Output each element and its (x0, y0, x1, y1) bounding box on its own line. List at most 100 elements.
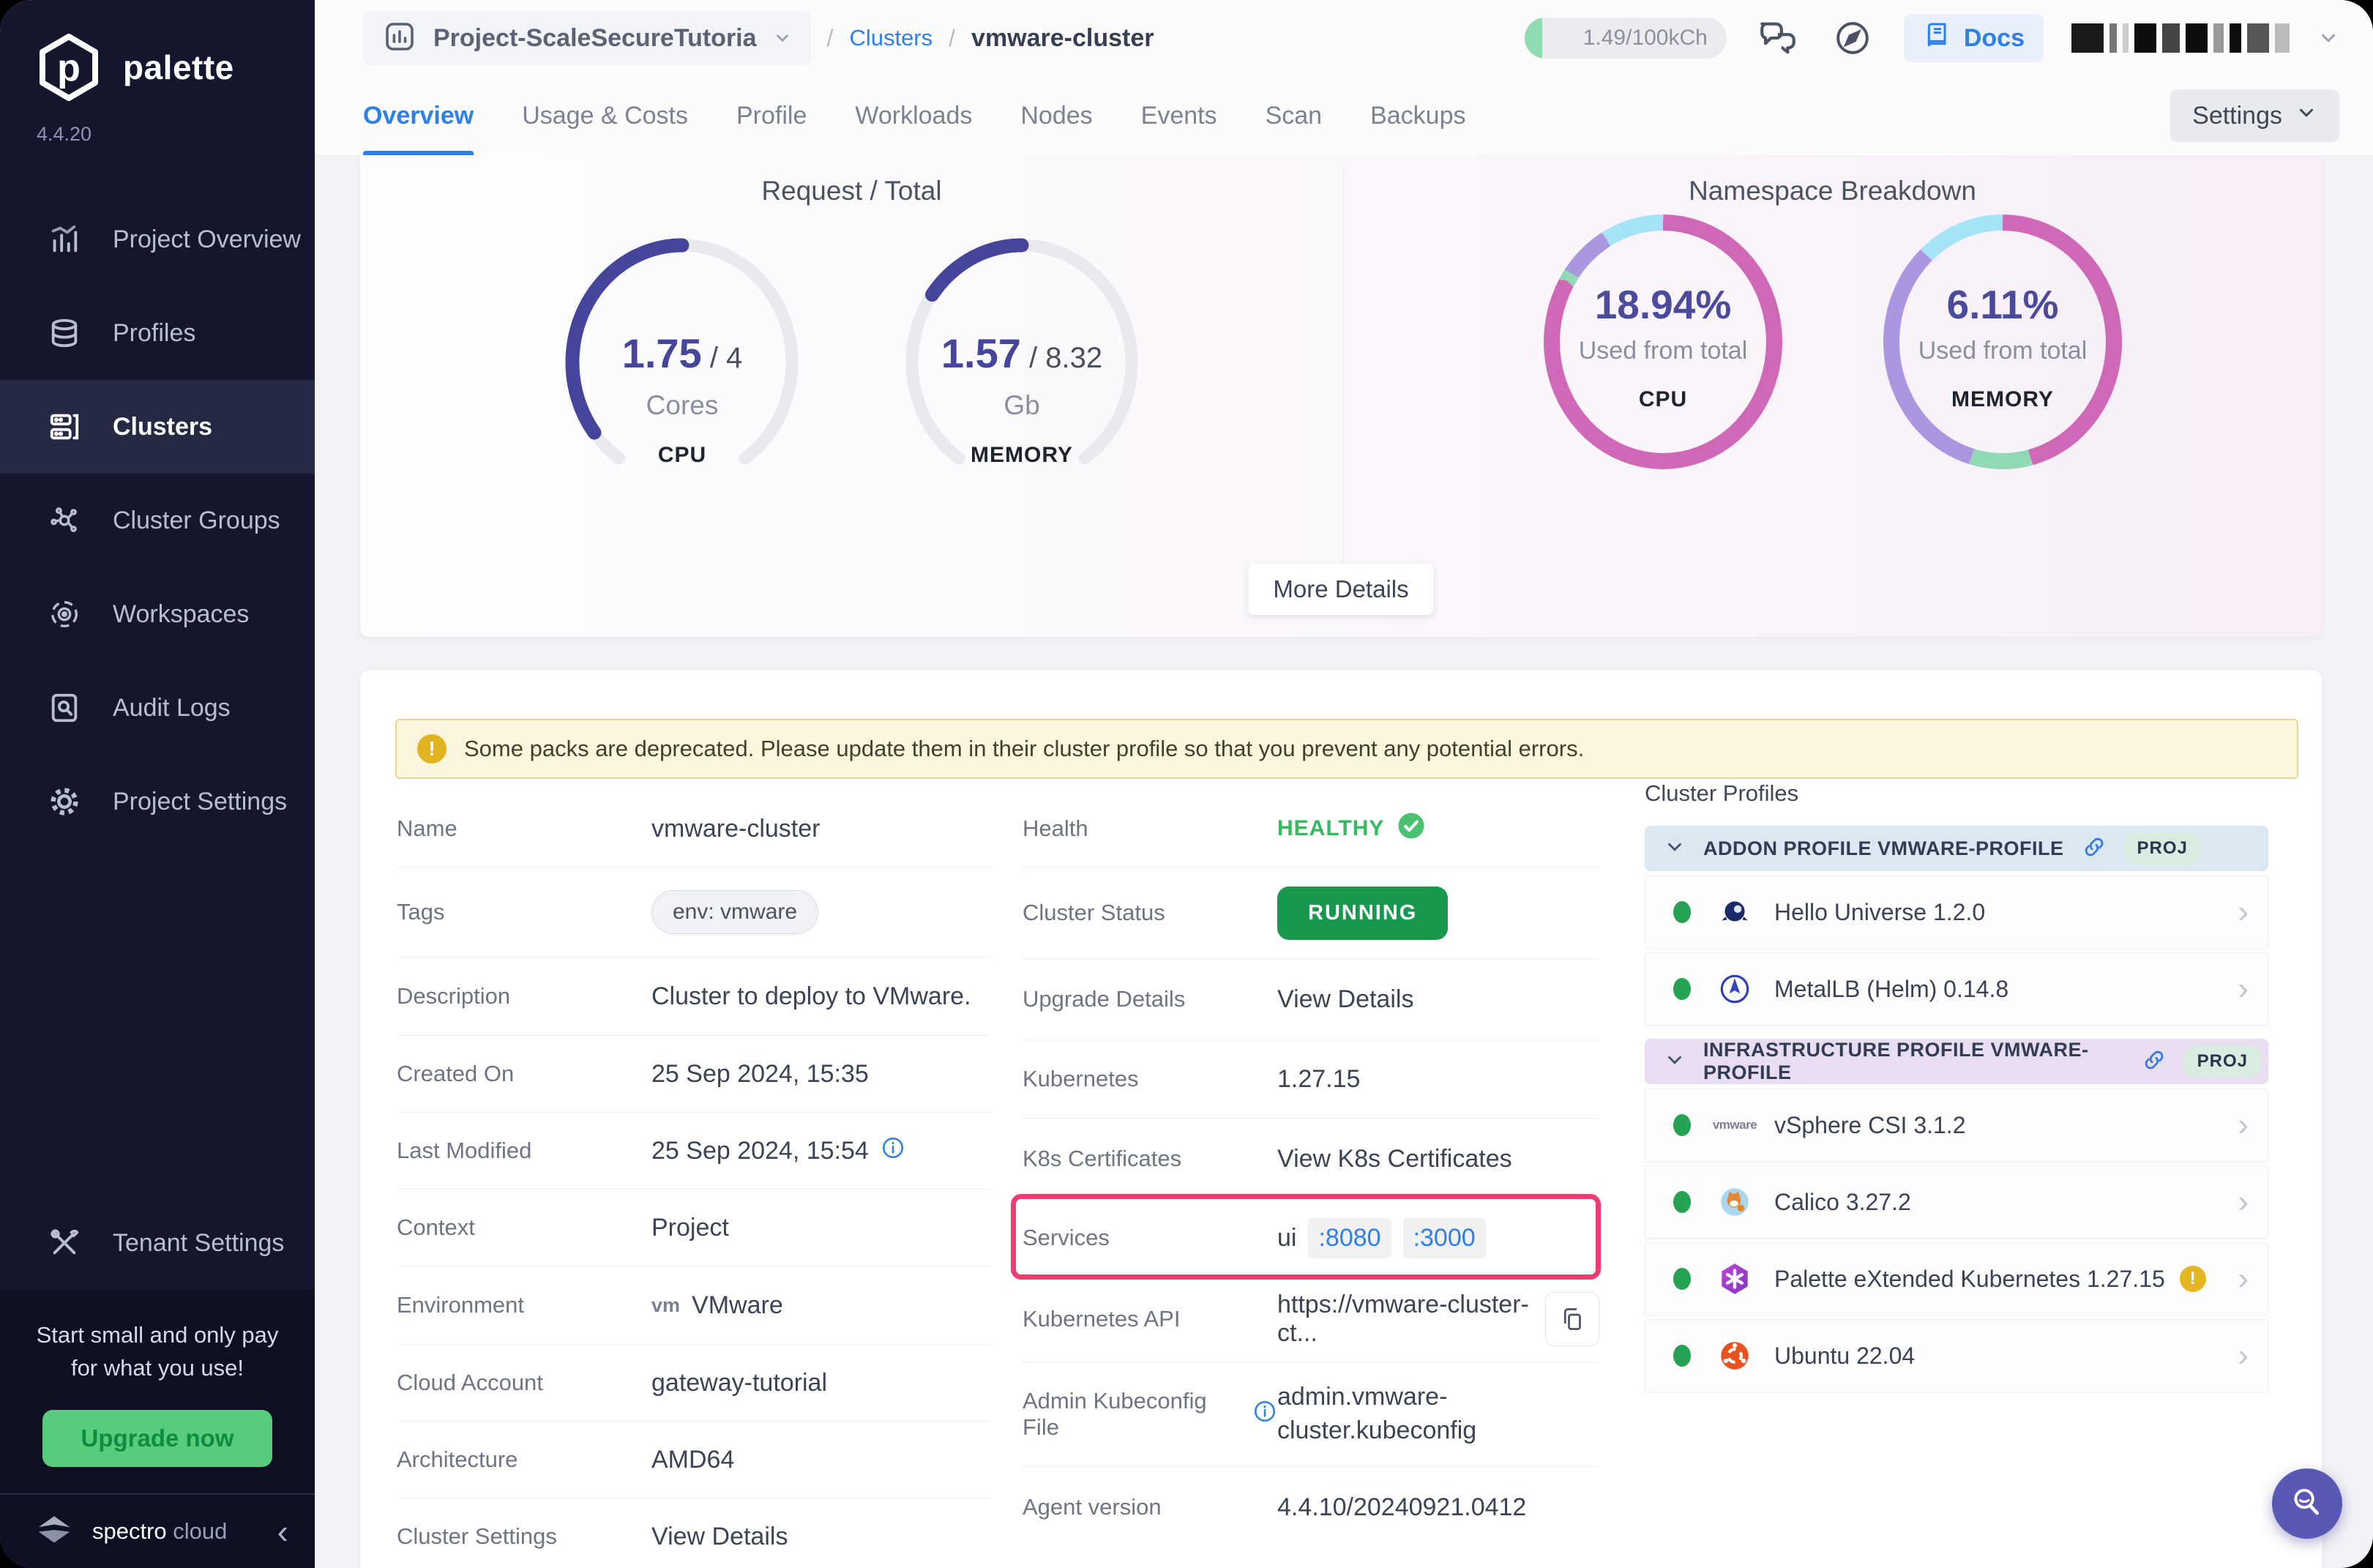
detail-row-upgrade: Upgrade DetailsView Details (1023, 959, 1599, 1040)
status-dot (1673, 1191, 1691, 1213)
request-total-title: Request / Total (360, 176, 1343, 206)
footer-brand: spectro cloud (92, 1518, 227, 1545)
sidebar-item-clusters[interactable]: Clusters (0, 380, 315, 474)
cpu-used-sub: Used from total (1539, 337, 1787, 365)
breadcrumb-clusters-link[interactable]: Clusters (849, 25, 933, 51)
project-name: Project-ScaleSecureTutoria (433, 24, 757, 53)
status-dot (1673, 901, 1691, 923)
user-name-redacted[interactable] (2071, 23, 2290, 53)
service-port-3000-link[interactable]: :3000 (1403, 1218, 1486, 1258)
profile-item-palette-k8s[interactable]: Palette eXtended Kubernetes 1.27.15 ! › (1645, 1242, 2268, 1315)
settings-button[interactable]: Settings (2170, 89, 2339, 142)
service-name: ui (1277, 1224, 1296, 1252)
cluster-profiles-panel: Cluster Profiles ADDON PROFILE VMWARE-PR… (1645, 780, 2268, 1396)
cpu-request-value: 1.75 (622, 330, 702, 376)
sidebar-item-profiles[interactable]: Profiles (0, 286, 315, 380)
docs-button[interactable]: Docs (1904, 14, 2044, 62)
profile-item-hello-universe[interactable]: Hello Universe 1.2.0 › (1645, 876, 2268, 949)
copy-button[interactable] (1545, 1292, 1599, 1346)
check-circle-icon (1396, 810, 1427, 848)
status-dot (1673, 1345, 1691, 1367)
tab-nodes[interactable]: Nodes (1020, 76, 1092, 155)
tabs: Overview Usage & Costs Profile Workloads… (363, 76, 1466, 155)
memory-donut-caption: MEMORY (1878, 387, 2127, 412)
upgrade-view-details-link[interactable]: View Details (1277, 985, 1413, 1014)
proj-badge: PROJ (2124, 832, 2201, 865)
project-selector[interactable]: Project-ScaleSecureTutoria (363, 11, 811, 65)
sidebar-item-audit-logs[interactable]: Audit Logs (0, 661, 315, 755)
status-dot (1673, 978, 1691, 1000)
kubeconfig-download-link[interactable]: admin.vmware-cluster.kubeconfig (1277, 1381, 1476, 1448)
tab-workloads[interactable]: Workloads (855, 76, 972, 155)
user-menu-chevron-icon[interactable] (2317, 27, 2339, 49)
tab-backups[interactable]: Backups (1370, 76, 1465, 155)
sidebar-item-label: Workspaces (113, 600, 249, 629)
profile-item-calico[interactable]: Calico 3.27.2 › (1645, 1165, 2268, 1239)
cpu-unit: Cores (558, 390, 807, 421)
chevron-right-icon: › (2238, 1184, 2249, 1220)
sidebar-item-project-overview[interactable]: Project Overview (0, 193, 315, 286)
brand-row: p palette (0, 0, 315, 102)
cpu-gauge: 1.75 / 4 Cores CPU (558, 227, 807, 505)
service-port-8080-link[interactable]: :8080 (1308, 1218, 1391, 1258)
detail-row-status: Cluster StatusRUNNING (1023, 867, 1599, 959)
sidebar-item-label: Clusters (113, 413, 212, 441)
sidebar-footer: spectro cloud ‹ (0, 1493, 315, 1568)
layers-icon (45, 314, 83, 352)
addon-profile-header[interactable]: ADDON PROFILE VMWARE-PROFILE PROJ (1645, 826, 2268, 871)
proj-badge: PROJ (2184, 1045, 2261, 1078)
detail-row-kubeconfig: Admin Kubeconfig File admin.vmware-clust… (1023, 1362, 1599, 1467)
info-icon[interactable] (1252, 1399, 1277, 1430)
chevron-down-icon (773, 29, 792, 48)
memory-unit: Gb (897, 390, 1146, 421)
search-fab-button[interactable] (2272, 1468, 2342, 1539)
settings-label: Settings (2192, 102, 2282, 130)
pack-warning-icon: ! (2180, 1266, 2206, 1292)
brand-name: palette (123, 48, 234, 87)
compass-icon[interactable] (1829, 15, 1876, 61)
tab-overview[interactable]: Overview (363, 76, 474, 155)
profile-item-vsphere-csi[interactable]: vmware vSphere CSI 3.1.2 › (1645, 1089, 2268, 1162)
metallb-icon (1716, 970, 1754, 1008)
health-status: HEALTHY (1277, 816, 1384, 841)
memory-gauge: 1.57 / 8.32 Gb MEMORY (897, 227, 1146, 505)
detail-row-agent-version: Agent version4.4.10/20240921.0412 (1023, 1467, 1599, 1548)
namespace-breakdown-title: Namespace Breakdown (1343, 176, 2322, 206)
svg-text:p: p (57, 47, 81, 89)
more-details-button[interactable]: More Details (1248, 564, 1433, 615)
bar-chart-icon (45, 220, 83, 258)
tab-usage-costs[interactable]: Usage & Costs (522, 76, 688, 155)
vmware-logo-icon: vmware (1716, 1106, 1754, 1144)
sidebar-item-label: Project Settings (113, 788, 287, 816)
collapse-sidebar-icon[interactable]: ‹ (277, 1512, 288, 1551)
sidebar-item-workspaces[interactable]: Workspaces (0, 567, 315, 661)
usage-summary-card: Request / Total Namespace Breakdown 1.75… (360, 155, 2322, 637)
services-row-wrapper: Services ui :8080 :3000 (1023, 1200, 1599, 1277)
info-icon[interactable] (881, 1135, 905, 1167)
chat-icon[interactable] (1754, 15, 1801, 61)
view-details-link[interactable]: View Details (651, 1523, 788, 1551)
detail-row-context: ContextProject (397, 1190, 991, 1266)
infrastructure-profile-header[interactable]: INFRASTRUCTURE PROFILE VMWARE-PROFILE PR… (1645, 1039, 2268, 1084)
tab-scan[interactable]: Scan (1266, 76, 1323, 155)
sidebar-item-tenant-settings[interactable]: Tenant Settings (0, 1196, 315, 1290)
divider (1343, 167, 1344, 578)
tab-profile[interactable]: Profile (736, 76, 807, 155)
profile-item-metallb[interactable]: MetalLB (Helm) 0.14.8 › (1645, 952, 2268, 1026)
sidebar-item-label: Project Overview (113, 225, 301, 254)
running-badge: RUNNING (1277, 886, 1448, 940)
view-k8s-certificates-link[interactable]: View K8s Certificates (1277, 1145, 1512, 1173)
sidebar-item-label: Audit Logs (113, 694, 231, 723)
tab-events[interactable]: Events (1141, 76, 1217, 155)
profile-item-ubuntu[interactable]: Ubuntu 22.04 › (1645, 1319, 2268, 1392)
topbar-actions: 1.49/100kCh Docs (1525, 14, 2339, 62)
warning-icon: ! (417, 734, 446, 764)
detail-row-health: Health HEALTHY (1023, 791, 1599, 867)
upgrade-now-button[interactable]: Upgrade now (42, 1410, 272, 1467)
sidebar-item-project-settings[interactable]: Project Settings (0, 755, 315, 848)
promo-text: Start small and only pay for what you us… (15, 1319, 300, 1385)
detail-row-certificates: K8s CertificatesView K8s Certificates (1023, 1119, 1599, 1200)
chevron-right-icon: › (2238, 971, 2249, 1007)
sidebar-item-cluster-groups[interactable]: Cluster Groups (0, 474, 315, 567)
upgrade-promo: Start small and only pay for what you us… (0, 1290, 315, 1493)
